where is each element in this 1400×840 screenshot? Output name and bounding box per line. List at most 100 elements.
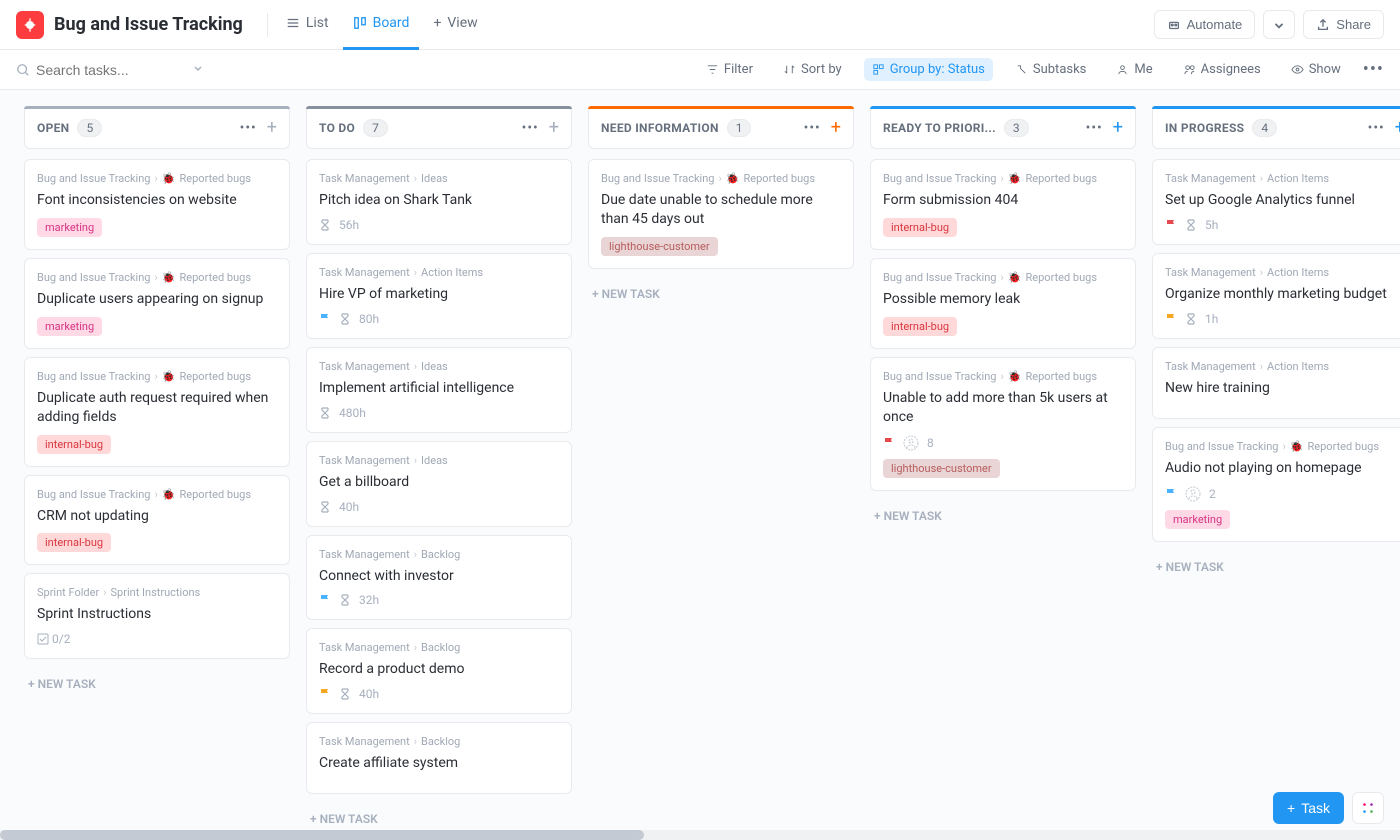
more-options[interactable]: ••• — [1363, 59, 1384, 80]
column-options[interactable]: ••• — [804, 120, 821, 136]
breadcrumb: Bug and Issue Tracking › 🐞Reported bugs — [37, 271, 277, 284]
robot-icon — [1167, 18, 1181, 32]
card-title: Duplicate auth request required when add… — [37, 389, 277, 427]
task-card[interactable]: Bug and Issue Tracking › 🐞Reported bugs … — [24, 357, 290, 467]
task-card[interactable]: Task Management › Action Items Hire VP o… — [306, 253, 572, 339]
assignees-button[interactable]: Assignees — [1175, 58, 1269, 81]
add-card-button[interactable]: + — [1113, 117, 1123, 138]
breadcrumb: Task Management › Backlog — [319, 548, 559, 561]
new-task-button[interactable]: + NEW TASK — [24, 667, 290, 701]
card-title: Create affiliate system — [319, 754, 559, 773]
breadcrumb-list: Backlog — [421, 548, 460, 561]
column-options[interactable]: ••• — [240, 120, 257, 136]
time-estimate: 40h — [359, 687, 379, 701]
new-task-button[interactable]: + NEW TASK — [870, 499, 1136, 533]
new-task-button[interactable]: + NEW TASK — [588, 277, 854, 311]
add-card-button[interactable]: + — [267, 117, 277, 138]
card-title: Record a product demo — [319, 660, 559, 679]
tag[interactable]: marketing — [37, 218, 102, 237]
search-icon — [16, 63, 30, 77]
breadcrumb-parent: Bug and Issue Tracking — [37, 370, 151, 383]
breadcrumb: Bug and Issue Tracking › 🐞Reported bugs — [1165, 440, 1400, 453]
add-view-button[interactable]: + View — [423, 0, 487, 50]
column-header: NEED INFORMATION 1 ••• + — [588, 106, 854, 149]
time-estimate: 32h — [359, 593, 379, 607]
new-task-button[interactable]: + NEW TASK — [1152, 550, 1400, 584]
view-tab-list[interactable]: List — [276, 0, 339, 50]
group-by-button[interactable]: Group by: Status — [864, 58, 993, 81]
tag[interactable]: marketing — [37, 317, 102, 336]
breadcrumb-list: Action Items — [1267, 172, 1329, 185]
breadcrumb-parent: Task Management — [319, 641, 410, 654]
plus-icon: + — [1287, 800, 1295, 816]
task-card[interactable]: Bug and Issue Tracking › 🐞Reported bugs … — [24, 475, 290, 566]
breadcrumb-parent: Bug and Issue Tracking — [37, 488, 151, 501]
task-card[interactable]: Bug and Issue Tracking › 🐞Reported bugs … — [870, 258, 1136, 349]
task-card[interactable]: Bug and Issue Tracking › 🐞Reported bugs … — [588, 159, 854, 269]
person-icon — [1116, 63, 1129, 76]
filter-button[interactable]: Filter — [698, 58, 761, 81]
breadcrumb: Task Management › Ideas — [319, 454, 559, 467]
task-card[interactable]: Task Management › Backlog Connect with i… — [306, 535, 572, 621]
breadcrumb-parent: Bug and Issue Tracking — [883, 271, 997, 284]
task-card[interactable]: Task Management › Backlog Create affilia… — [306, 722, 572, 794]
automate-dropdown[interactable] — [1263, 10, 1295, 39]
tag[interactable]: internal-bug — [37, 435, 111, 454]
new-task-fab[interactable]: + Task — [1273, 792, 1344, 824]
task-card[interactable]: Task Management › Ideas Get a billboard … — [306, 441, 572, 527]
breadcrumb: Bug and Issue Tracking › 🐞Reported bugs — [37, 488, 277, 501]
sort-button[interactable]: Sort by — [775, 58, 850, 81]
divider — [267, 13, 268, 37]
task-card[interactable]: Bug and Issue Tracking › 🐞Reported bugs … — [870, 159, 1136, 250]
task-card[interactable]: Bug and Issue Tracking › 🐞Reported bugs … — [870, 357, 1136, 491]
task-card[interactable]: Task Management › Action Items New hire … — [1152, 347, 1400, 419]
subtasks-button[interactable]: Subtasks — [1007, 58, 1095, 81]
add-card-button[interactable]: + — [549, 117, 559, 138]
kanban-board: OPEN 5 ••• + Bug and Issue Tracking › 🐞R… — [0, 90, 1400, 840]
automate-button[interactable]: Automate — [1154, 10, 1256, 39]
me-button[interactable]: Me — [1108, 58, 1160, 81]
breadcrumb-parent: Task Management — [319, 735, 410, 748]
tag[interactable]: internal-bug — [883, 218, 957, 237]
view-tab-board[interactable]: Board — [343, 0, 420, 50]
search-input[interactable] — [36, 62, 186, 78]
task-card[interactable]: Task Management › Action Items Organize … — [1152, 253, 1400, 339]
add-card-button[interactable]: + — [831, 117, 841, 138]
card-title: Unable to add more than 5k users at once — [883, 389, 1123, 427]
apps-button[interactable] — [1352, 792, 1384, 824]
view-tabs: List Board + View — [276, 0, 488, 50]
tag[interactable]: lighthouse-customer — [883, 459, 1000, 478]
share-button[interactable]: Share — [1303, 10, 1384, 39]
search-dropdown[interactable] — [192, 62, 204, 78]
task-card[interactable]: Bug and Issue Tracking › 🐞Reported bugs … — [1152, 427, 1400, 542]
task-card[interactable]: Sprint Folder › Sprint Instructions Spri… — [24, 573, 290, 659]
app-icon — [16, 11, 44, 39]
h-scrollbar[interactable] — [0, 830, 1400, 840]
show-button[interactable]: Show — [1283, 58, 1349, 81]
share-icon — [1316, 18, 1330, 32]
hourglass-icon — [319, 501, 331, 513]
bug-icon: 🐞 — [1290, 440, 1304, 453]
column-header: TO DO 7 ••• + — [306, 106, 572, 149]
task-card[interactable]: Task Management › Backlog Record a produ… — [306, 628, 572, 714]
tag[interactable]: lighthouse-customer — [601, 237, 718, 256]
assignee-placeholder-icon — [1185, 486, 1201, 502]
tag[interactable]: internal-bug — [37, 533, 111, 552]
task-card[interactable]: Task Management › Ideas Pitch idea on Sh… — [306, 159, 572, 245]
flag-icon — [319, 594, 331, 606]
hourglass-icon — [319, 407, 331, 419]
tag[interactable]: internal-bug — [883, 317, 957, 336]
task-card[interactable]: Bug and Issue Tracking › 🐞Reported bugs … — [24, 258, 290, 349]
task-card[interactable]: Task Management › Action Items Set up Go… — [1152, 159, 1400, 245]
column-options[interactable]: ••• — [1086, 120, 1103, 136]
task-card[interactable]: Task Management › Ideas Implement artifi… — [306, 347, 572, 433]
assignee-count: 2 — [1209, 487, 1216, 501]
breadcrumb-parent: Bug and Issue Tracking — [601, 172, 715, 185]
column-options[interactable]: ••• — [1368, 120, 1385, 136]
people-icon — [1183, 63, 1196, 76]
task-card[interactable]: Bug and Issue Tracking › 🐞Reported bugs … — [24, 159, 290, 250]
tag[interactable]: marketing — [1165, 510, 1230, 529]
breadcrumb-list: Reported bugs — [744, 172, 816, 185]
column-options[interactable]: ••• — [522, 120, 539, 136]
add-card-button[interactable]: + — [1395, 117, 1400, 138]
